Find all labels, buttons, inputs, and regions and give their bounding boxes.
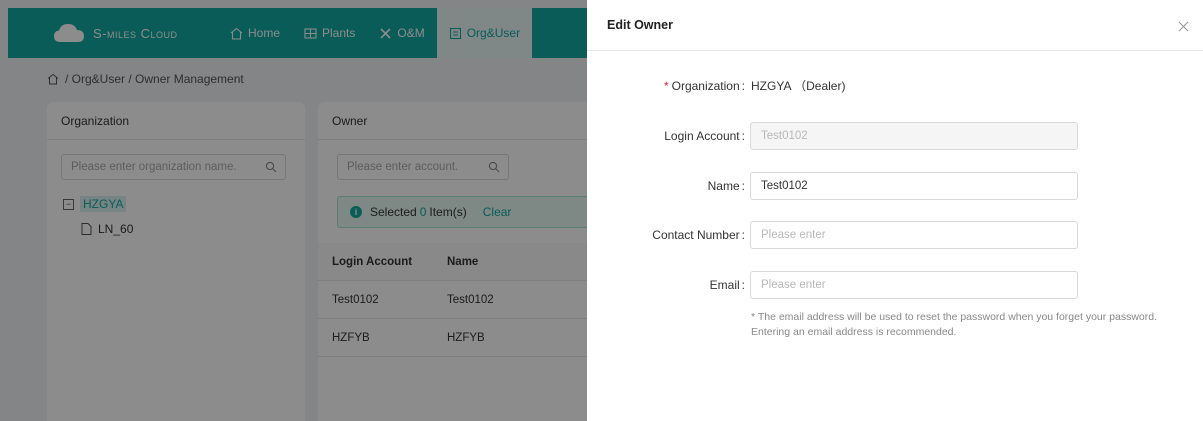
modal-overlay[interactable] (0, 0, 587, 421)
name-input[interactable] (750, 172, 1078, 200)
email-row: Email: (587, 271, 1078, 299)
close-icon[interactable] (1178, 21, 1189, 32)
email-hint: * The email address will be used to rese… (751, 311, 1158, 338)
contact-number-input[interactable] (750, 221, 1078, 249)
contact-number-label: Contact Number: (652, 228, 745, 242)
login-account-row: Login Account: (587, 122, 1078, 150)
drawer-title: Edit Owner (607, 18, 673, 32)
name-label: Name: (707, 179, 745, 193)
required-marker: * (663, 78, 669, 93)
organization-value: HZGYA （Dealer) (751, 79, 846, 93)
name-row: Name: (587, 172, 1078, 200)
edit-owner-drawer: Edit Owner * Organization: HZGYA （Dealer)… (587, 0, 1203, 421)
organization-label: * Organization: (663, 78, 745, 93)
organization-row: * Organization: HZGYA （Dealer) (587, 77, 846, 94)
email-input[interactable] (750, 271, 1078, 299)
drawer-header: Edit Owner (587, 0, 1203, 51)
login-account-label: Login Account: (664, 129, 745, 143)
login-account-input (750, 122, 1078, 150)
contact-number-row: Contact Number: (587, 221, 1078, 249)
email-label: Email: (709, 278, 745, 292)
